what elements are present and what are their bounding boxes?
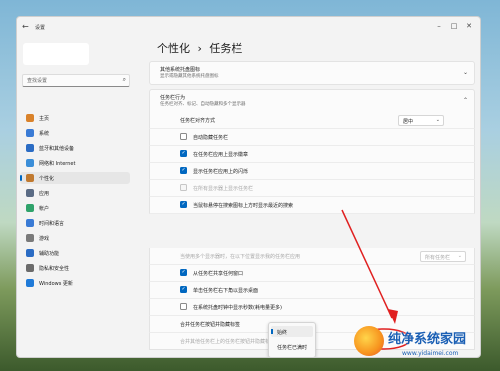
annotation-overlay <box>341 209 411 350</box>
watermark-main-text: 纯净系统家园 <box>388 332 467 347</box>
watermark-url: www.yidaimei.com <box>402 350 459 357</box>
watermark-logo-icon <box>354 326 384 356</box>
watermark: 纯净系统家园 www.yidaimei.com <box>352 322 497 368</box>
annotation-arrow <box>341 209 393 319</box>
